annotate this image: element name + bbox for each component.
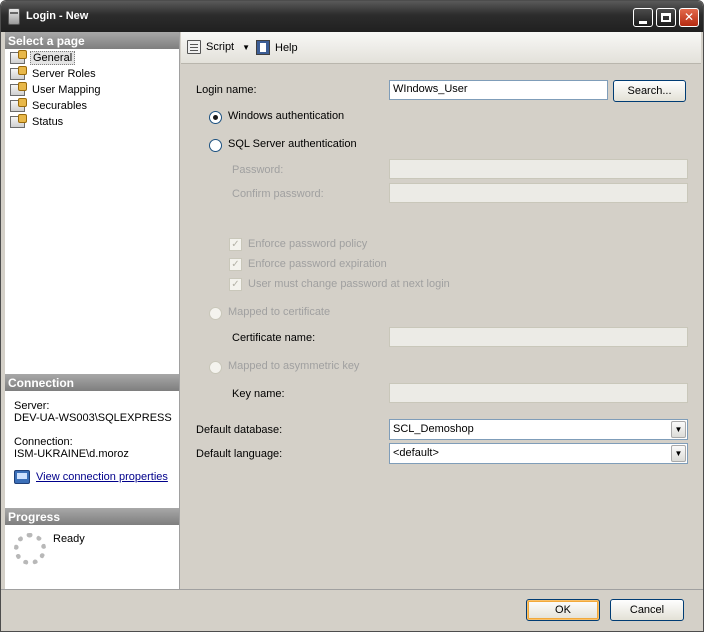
page-icon	[10, 50, 27, 64]
certificate-name-input[interactable]	[389, 327, 688, 347]
enforce-policy-label: Enforce password policy	[248, 238, 368, 250]
page-item-general[interactable]: General	[10, 50, 76, 66]
page-item-label: Securables	[32, 100, 88, 112]
server-label: Server:	[14, 400, 50, 412]
login-name-label: Login name:	[196, 84, 257, 96]
confirm-password-input[interactable]	[389, 183, 688, 203]
connection-header: Connection	[5, 374, 179, 391]
general-page-form: Login name: WIndows_User Search... Windo…	[181, 65, 701, 589]
sql-auth-radio[interactable]	[209, 139, 222, 152]
progress-status: Ready	[53, 533, 85, 545]
cancel-button[interactable]: Cancel	[610, 599, 684, 621]
maximize-icon	[661, 13, 671, 22]
page-item-server-roles[interactable]: Server Roles	[10, 66, 98, 82]
default-language-value: <default>	[393, 447, 439, 459]
view-connection-properties-label[interactable]: View connection properties	[36, 471, 168, 483]
default-language-label: Default language:	[196, 448, 283, 460]
title-bar: Login - New ✕	[1, 1, 703, 32]
sql-server-icon	[8, 8, 20, 25]
close-button[interactable]: ✕	[679, 8, 699, 27]
right-panel: Script ▼ Help Login name: WIndows_User S…	[181, 32, 701, 589]
minimize-button[interactable]	[633, 8, 653, 27]
default-database-select[interactable]: SCL_Demoshop ▼	[389, 419, 688, 440]
view-connection-properties-link[interactable]: View connection properties	[14, 470, 168, 484]
select-page-header: Select a page	[5, 32, 179, 49]
page-icon	[10, 98, 27, 112]
page-item-label: Status	[32, 116, 64, 128]
search-button[interactable]: Search...	[613, 80, 686, 102]
mapped-certificate-radio[interactable]	[209, 307, 222, 320]
chevron-down-icon[interactable]: ▼	[671, 421, 686, 438]
confirm-password-label: Confirm password:	[232, 188, 324, 200]
script-button[interactable]: Script ▼	[187, 40, 250, 54]
default-language-select[interactable]: <default> ▼	[389, 443, 688, 464]
page-item-label: General	[30, 51, 76, 65]
minimize-icon	[639, 21, 647, 24]
chevron-down-icon[interactable]: ▼	[242, 43, 250, 52]
ok-button[interactable]: OK	[526, 599, 600, 621]
server-value: DEV-UA-WS003\SQLEXPRESS	[14, 412, 172, 424]
page-icon	[10, 82, 27, 96]
key-name-input[interactable]	[389, 383, 688, 403]
enforce-policy-checkbox[interactable]: ✓	[229, 238, 242, 251]
page-icon	[10, 114, 27, 128]
script-label: Script	[206, 41, 235, 53]
mapped-asymmetric-key-label: Mapped to asymmetric key	[228, 360, 360, 372]
progress-header: Progress	[5, 508, 179, 525]
connection-label: Connection:	[14, 436, 73, 448]
enforce-expiration-checkbox[interactable]: ✓	[229, 258, 242, 271]
progress-spinner-icon	[14, 533, 46, 565]
default-database-label: Default database:	[196, 424, 283, 436]
left-panel: Select a page General Server Roles User …	[5, 32, 180, 589]
page-item-label: User Mapping	[32, 84, 101, 96]
windows-auth-radio[interactable]	[209, 111, 222, 124]
certificate-name-label: Certificate name:	[232, 332, 316, 344]
maximize-button[interactable]	[656, 8, 676, 27]
key-name-label: Key name:	[232, 388, 285, 400]
help-label: Help	[275, 41, 298, 54]
connection-value: ISM-UKRAINE\d.moroz	[14, 448, 129, 460]
password-input[interactable]	[389, 159, 688, 179]
login-name-input[interactable]: WIndows_User	[389, 80, 608, 100]
chevron-down-icon[interactable]: ▼	[671, 445, 686, 462]
page-icon	[10, 66, 27, 80]
toolbar: Script ▼ Help	[181, 32, 701, 64]
must-change-checkbox[interactable]: ✓	[229, 278, 242, 291]
mapped-asymmetric-key-radio[interactable]	[209, 361, 222, 374]
must-change-label: User must change password at next login	[248, 278, 450, 290]
script-icon	[187, 40, 201, 54]
close-icon: ✕	[683, 10, 695, 24]
connection-properties-icon	[14, 470, 30, 484]
window-title: Login - New	[26, 10, 89, 22]
default-database-value: SCL_Demoshop	[393, 423, 474, 435]
dialog-button-bar: OK Cancel	[1, 589, 703, 631]
password-label: Password:	[232, 164, 284, 176]
page-item-user-mapping[interactable]: User Mapping	[10, 82, 102, 98]
help-icon	[256, 40, 270, 55]
windows-auth-label: Windows authentication	[228, 110, 345, 122]
login-new-dialog: Login - New ✕ Select a page General Serv…	[0, 0, 704, 632]
page-item-label: Server Roles	[32, 68, 96, 80]
enforce-expiration-label: Enforce password expiration	[248, 258, 387, 270]
help-button[interactable]: Help	[256, 40, 298, 55]
sql-auth-label: SQL Server authentication	[228, 138, 357, 150]
page-item-securables[interactable]: Securables	[10, 98, 89, 114]
page-item-status[interactable]: Status	[10, 114, 65, 130]
mapped-certificate-label: Mapped to certificate	[228, 306, 331, 318]
